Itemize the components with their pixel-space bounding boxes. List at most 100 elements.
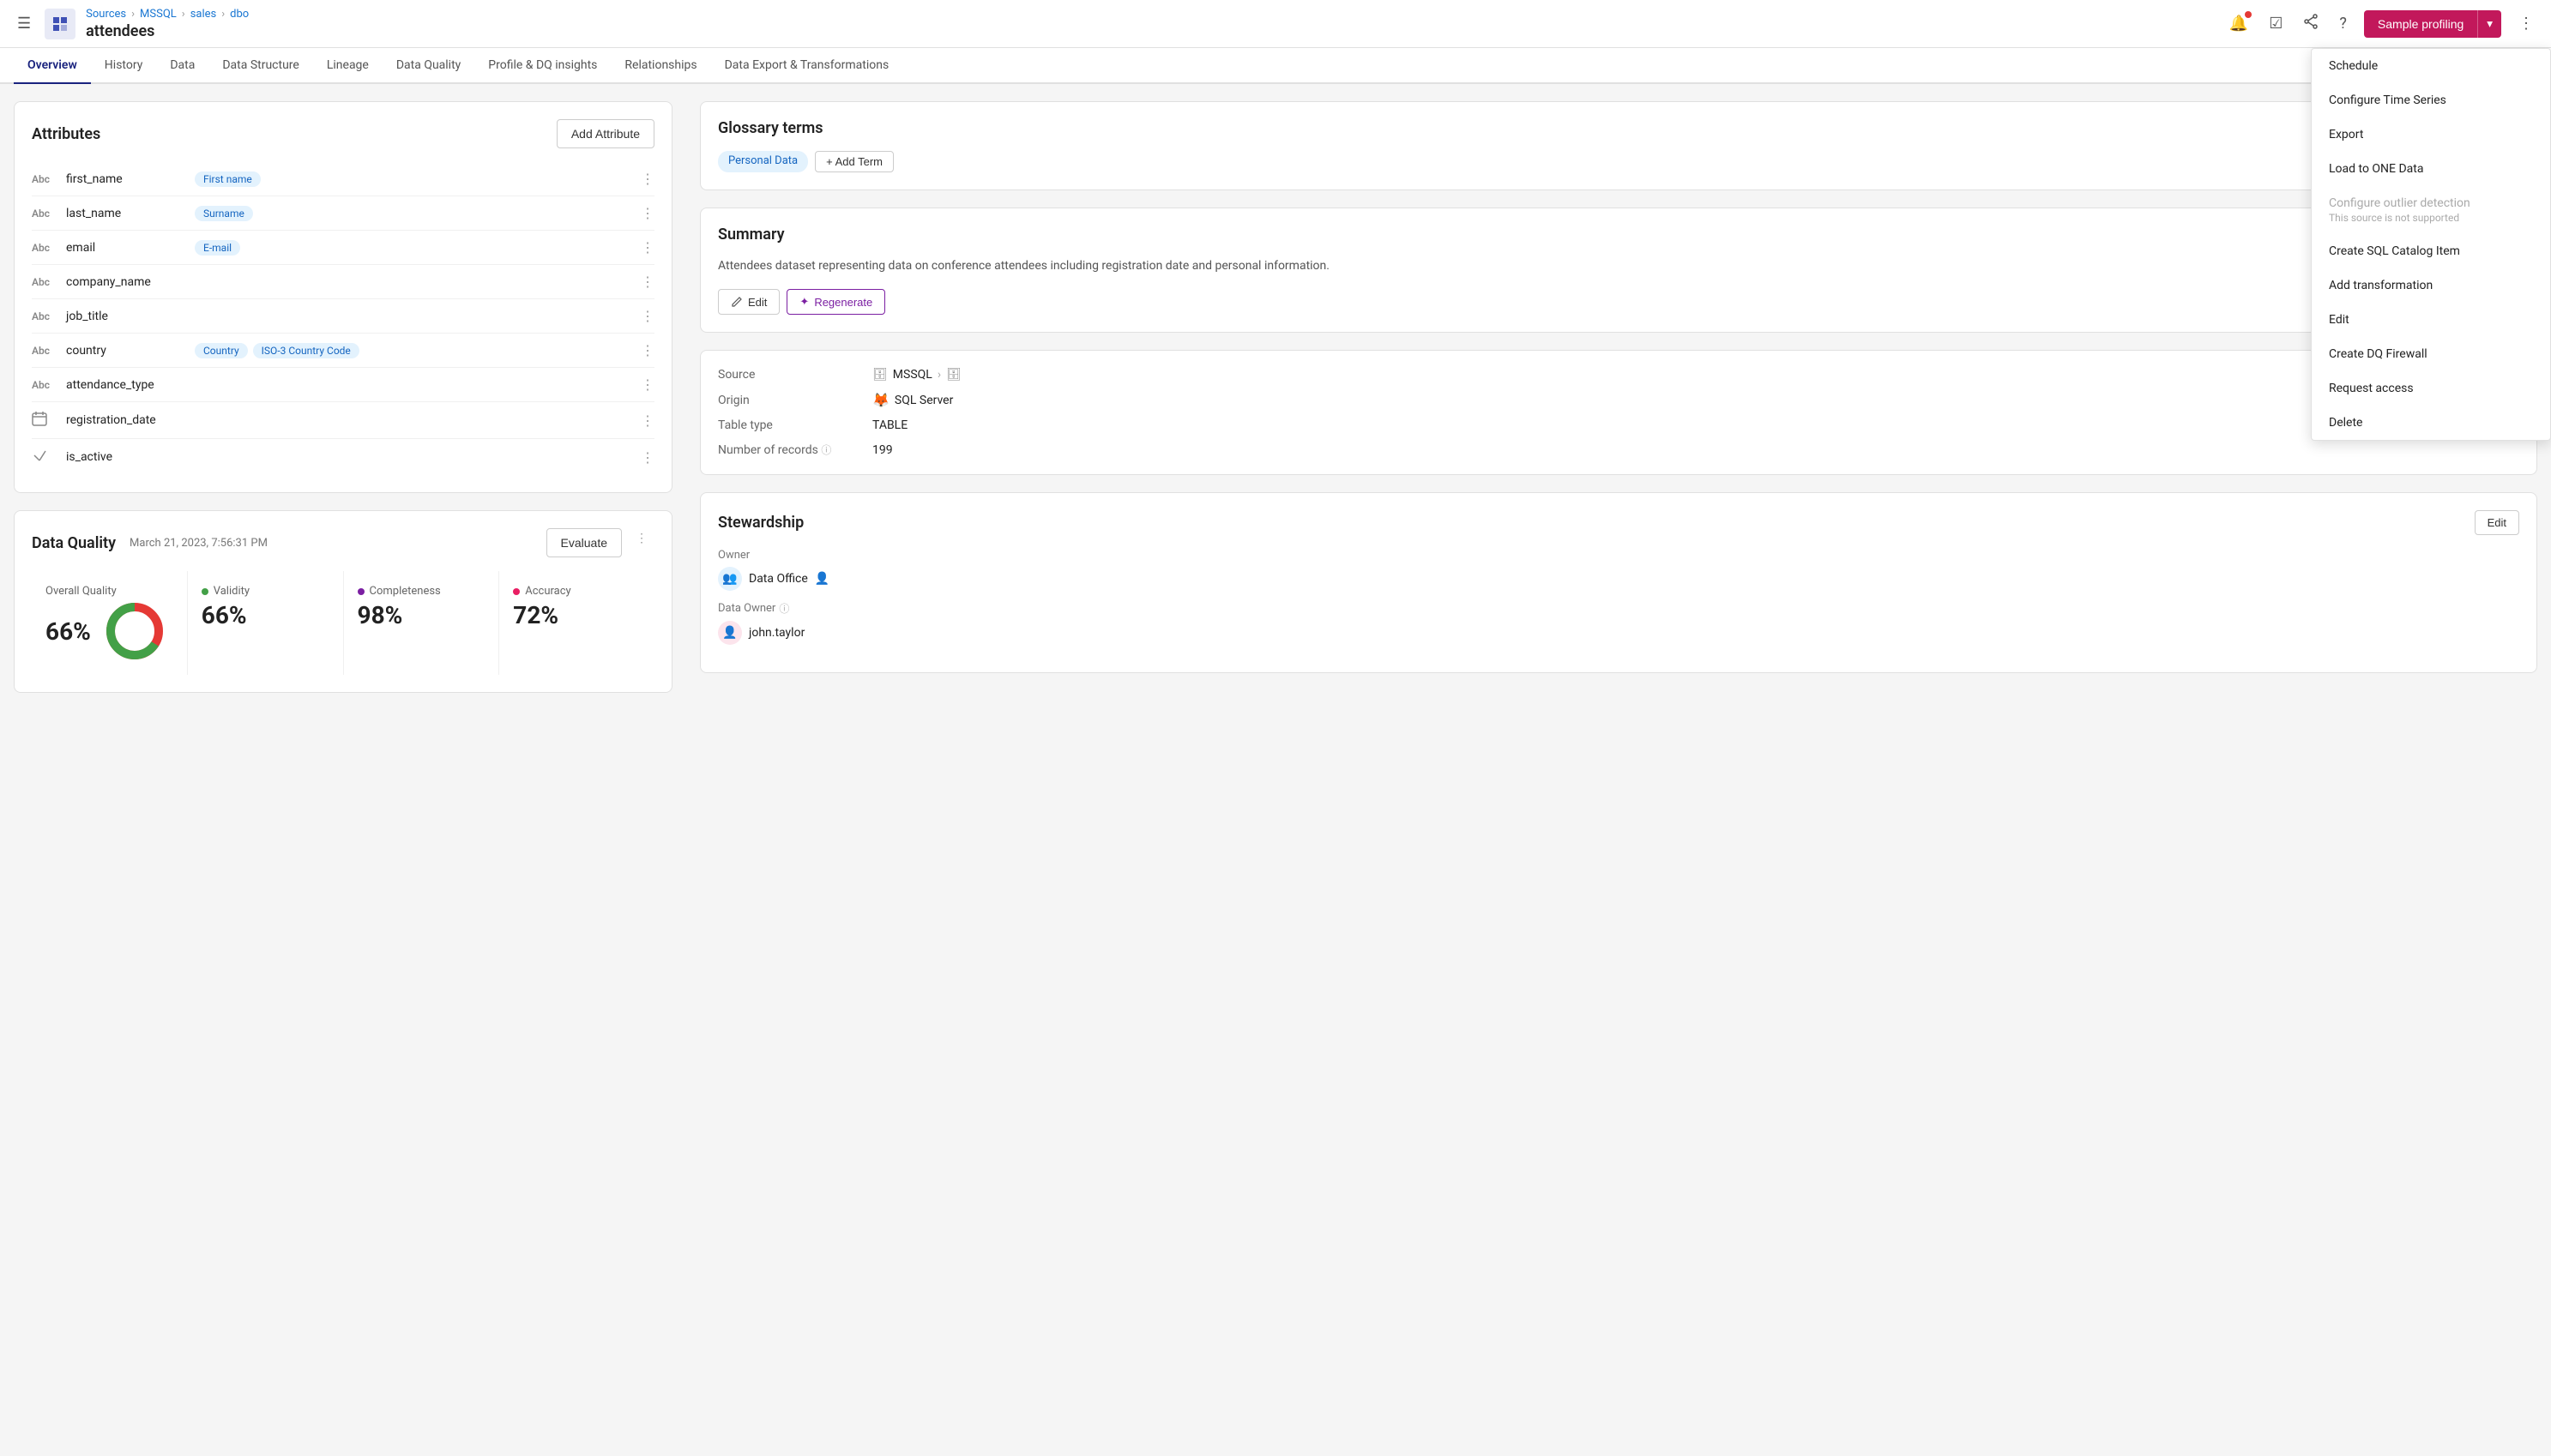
owner-label: Owner — [718, 549, 2519, 562]
metric-overall: Overall Quality 66% — [32, 571, 188, 675]
metric-validity: Validity 66% — [188, 571, 344, 675]
metric-accuracy-value: 72% — [513, 601, 641, 629]
attr-more-icon[interactable]: ⋮ — [641, 308, 654, 324]
data-owner-avatar: 👤 — [718, 621, 742, 645]
glossary-tag[interactable]: Personal Data — [718, 151, 808, 172]
tab-data-export[interactable]: Data Export & Transformations — [711, 48, 903, 84]
configure-outlier-label: Configure outlier detection — [2329, 196, 2470, 210]
notifications-icon[interactable]: 🔔 — [2226, 11, 2252, 36]
attr-more-icon[interactable]: ⋮ — [641, 205, 654, 221]
data-owner-value: 👤 john.taylor — [718, 621, 2519, 645]
tag[interactable]: First name — [195, 171, 261, 187]
breadcrumb-sales[interactable]: sales — [190, 8, 217, 21]
dropdown-item-edit[interactable]: Edit — [2312, 303, 2550, 337]
data-quality-card: Data Quality March 21, 2023, 7:56:31 PM … — [14, 510, 672, 693]
metric-completeness-value: 98% — [358, 601, 485, 629]
tag[interactable]: Surname — [195, 206, 253, 221]
info-label-records: Number of records ⓘ — [718, 442, 872, 457]
dropdown-menu: Schedule Configure Time Series Export Lo… — [2311, 84, 2551, 441]
source-info-card: Source 🗄 MSSQL › 🗄 Origin 🦊 SQL Server — [700, 350, 2537, 475]
metric-accuracy: Accuracy 72% — [499, 571, 654, 675]
info-row-table-type: Table type TABLE — [718, 418, 2519, 432]
summary-title: Summary — [718, 226, 785, 244]
breadcrumb-sources[interactable]: Sources — [86, 8, 126, 21]
dropdown-item-load-one-data[interactable]: Load to ONE Data — [2312, 152, 2550, 186]
donut-chart — [105, 601, 165, 661]
dropdown-item-delete[interactable]: Delete — [2312, 406, 2550, 440]
table-row: Abc email E-mail ⋮ — [32, 231, 654, 265]
sample-profiling-dropdown-button[interactable]: ▾ — [2477, 10, 2501, 38]
notification-dot — [2245, 11, 2252, 18]
attr-more-icon[interactable]: ⋮ — [641, 342, 654, 358]
attr-name: country — [66, 344, 186, 358]
dropdown-item-create-dq-firewall[interactable]: Create DQ Firewall — [2312, 337, 2550, 371]
hamburger-menu[interactable]: ☰ — [14, 11, 34, 36]
tab-overview[interactable]: Overview — [14, 48, 91, 84]
glossary-header: Glossary terms — [718, 119, 2519, 137]
attr-type-abc: Abc — [32, 379, 57, 391]
dropdown-item-request-access[interactable]: Request access — [2312, 371, 2550, 406]
add-term-button[interactable]: + Add Term — [815, 151, 894, 172]
metric-validity-value: 66% — [202, 601, 329, 629]
breadcrumb-mssql[interactable]: MSSQL — [140, 8, 177, 21]
dropdown-item-export[interactable]: Export — [2312, 117, 2550, 152]
dq-more-icon[interactable]: ⋮ — [629, 528, 654, 557]
attributes-title: Attributes — [32, 125, 100, 143]
attr-name: attendance_type — [66, 378, 186, 392]
attr-more-icon[interactable]: ⋮ — [641, 412, 654, 429]
records-info-icon[interactable]: ⓘ — [821, 444, 831, 456]
tab-data-structure[interactable]: Data Structure — [208, 48, 313, 84]
tab-data[interactable]: Data — [156, 48, 208, 84]
evaluate-button[interactable]: Evaluate — [546, 528, 622, 557]
tag[interactable]: ISO-3 Country Code — [253, 343, 359, 358]
add-attribute-button[interactable]: Add Attribute — [557, 119, 654, 148]
glossary-title: Glossary terms — [718, 119, 823, 137]
glossary-tags: Personal Data + Add Term — [718, 151, 2519, 172]
share-icon[interactable] — [2300, 10, 2322, 37]
glossary-card: Glossary terms Personal Data + Add Term — [700, 101, 2537, 190]
tab-data-quality[interactable]: Data Quality — [383, 48, 474, 84]
attr-more-icon[interactable]: ⋮ — [641, 171, 654, 187]
breadcrumb-dbo[interactable]: dbo — [230, 8, 249, 21]
dropdown-item-configure-time-series[interactable]: Configure Time Series — [2312, 84, 2550, 117]
sample-profiling-button[interactable]: Sample profiling — [2364, 10, 2477, 38]
owner-section: Owner 👥 Data Office 👤 — [718, 549, 2519, 591]
metric-accuracy-label: Accuracy — [513, 585, 641, 598]
metric-completeness-label: Completeness — [358, 585, 485, 598]
summary-edit-button[interactable]: Edit — [718, 289, 780, 315]
tasks-icon[interactable]: ☑ — [2265, 11, 2286, 36]
info-value-origin: 🦊 SQL Server — [872, 392, 953, 408]
regenerate-button[interactable]: ✦ Regenerate — [787, 289, 885, 315]
stewardship-edit-button[interactable]: Edit — [2475, 510, 2519, 535]
metric-completeness: Completeness 98% — [344, 571, 500, 675]
data-quality-title: Data Quality — [32, 534, 116, 552]
more-options-icon[interactable]: ⋮ — [2515, 11, 2537, 36]
tab-relationships[interactable]: Relationships — [611, 48, 710, 84]
metric-overall-value: 66% — [45, 617, 91, 646]
attr-tags: Surname — [195, 206, 632, 221]
dropdown-item-create-sql[interactable]: Create SQL Catalog Item — [2312, 234, 2550, 268]
metric-overall-label: Overall Quality — [45, 585, 173, 598]
dropdown-item-add-transformation[interactable]: Add transformation — [2312, 268, 2550, 303]
owner-avatar: 👥 — [718, 567, 742, 591]
help-icon[interactable]: ? — [2336, 11, 2350, 36]
tag[interactable]: E-mail — [195, 240, 240, 256]
table-row: Abc country Country ISO-3 Country Code ⋮ — [32, 334, 654, 368]
db-icon-left: 🗄 — [872, 368, 888, 382]
attr-more-icon[interactable]: ⋮ — [641, 239, 654, 256]
summary-text: Attendees dataset representing data on c… — [718, 257, 2519, 275]
info-value-source: 🗄 MSSQL › 🗄 — [872, 368, 962, 382]
tab-profile-dq[interactable]: Profile & DQ insights — [474, 48, 611, 84]
summary-card: Summary Attendees dataset representing d… — [700, 208, 2537, 333]
info-row-records: Number of records ⓘ 199 — [718, 442, 2519, 457]
tag[interactable]: Country — [195, 343, 248, 358]
attr-tags: First name — [195, 171, 632, 187]
tab-history[interactable]: History — [91, 48, 157, 84]
data-owner-info-icon[interactable]: ⓘ — [779, 601, 789, 616]
attr-more-icon[interactable]: ⋮ — [641, 274, 654, 290]
attr-more-icon[interactable]: ⋮ — [641, 449, 654, 466]
attr-more-icon[interactable]: ⋮ — [641, 376, 654, 393]
attr-tags: E-mail — [195, 240, 632, 256]
tab-lineage[interactable]: Lineage — [313, 48, 383, 84]
accuracy-dot — [513, 588, 520, 595]
